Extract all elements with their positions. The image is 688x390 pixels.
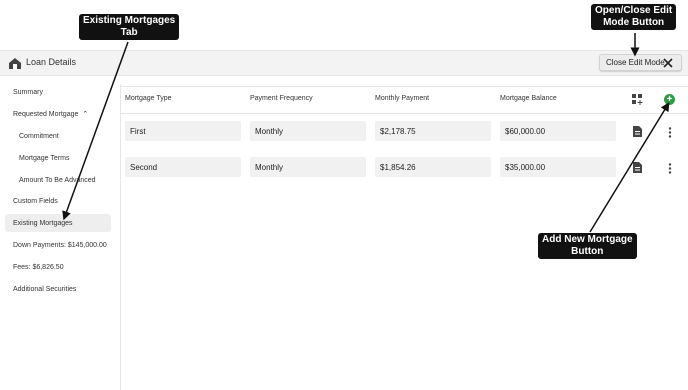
sidebar-divider (120, 84, 121, 390)
sidebar-item-label: Existing Mortgages (13, 219, 73, 227)
column-header-mortgage-balance: Mortgage Balance (500, 95, 557, 102)
mortgage-balance-field[interactable]: $35,000.00 (500, 157, 616, 177)
callout-line: Button (571, 246, 604, 257)
chevron-up-icon: ⌃ (82, 111, 89, 118)
callout-add-new-mortgage-button: Add New Mortgage Button (538, 233, 637, 259)
column-header-monthly-payment: Monthly Payment (375, 95, 430, 102)
sidebar-item-label: Down Payments: $145,000.00 (13, 241, 107, 249)
sidebar-item-label: Summary (13, 88, 43, 96)
sidebar-item-summary[interactable]: Summary (5, 83, 111, 101)
sidebar-item-additional-securities[interactable]: Additional Securities (5, 280, 111, 298)
sidebar-item-label: Requested Mortgage (13, 110, 79, 118)
sidebar-item-label: Amount To Be Advanced (19, 176, 96, 184)
sidebar-item-label: Mortgage Terms (19, 154, 70, 162)
kebab-menu-icon[interactable] (668, 127, 672, 138)
header-bar: Loan Details (0, 50, 688, 76)
sidebar-item-commitment[interactable]: Commitment (5, 127, 111, 145)
document-icon[interactable] (633, 162, 642, 173)
callout-line: Tab (120, 27, 138, 38)
mortgage-type-field[interactable]: First (125, 121, 241, 141)
callout-line: Mode Button (603, 17, 665, 28)
column-header-mortgage-type: Mortgage Type (125, 95, 172, 102)
sidebar-item-label: Additional Securities (13, 285, 77, 293)
payment-frequency-field[interactable]: Monthly (250, 157, 366, 177)
sidebar-item-mortgage-terms[interactable]: Mortgage Terms (5, 149, 111, 167)
callout-edit-mode-button: Open/Close Edit Mode Button (591, 4, 677, 30)
payment-frequency-field[interactable]: Monthly (250, 121, 366, 141)
tools-icon (663, 58, 673, 68)
grid-add-icon[interactable] (632, 94, 643, 105)
sidebar-item-existing-mortgages[interactable]: Existing Mortgages (5, 214, 111, 232)
monthly-payment-field[interactable]: $1,854.26 (375, 157, 491, 177)
close-edit-mode-label: Close Edit Mode (606, 58, 665, 67)
kebab-menu-icon[interactable] (668, 163, 672, 174)
column-header-payment-frequency: Payment Frequency (250, 95, 313, 102)
close-edit-mode-button[interactable]: Close Edit Mode (599, 54, 682, 71)
callout-line: Open/Close Edit (595, 5, 673, 16)
page-title: Loan Details (26, 57, 77, 67)
sidebar-item-amount-to-be-advanced[interactable]: Amount To Be Advanced (5, 171, 111, 189)
app-window: Loan Details Close Edit Mode Summary Req… (0, 0, 688, 390)
callout-existing-mortgages-tab: Existing Mortgages Tab (79, 14, 180, 40)
sidebar-item-label: Commitment (19, 132, 59, 140)
sidebar-item-custom-fields[interactable]: Custom Fields (5, 192, 111, 210)
mortgage-balance-field[interactable]: $60,000.00 (500, 121, 616, 141)
plus-icon: + (666, 94, 673, 105)
callout-line: Existing Mortgages (83, 15, 176, 26)
sidebar-item-requested-mortgage[interactable]: Requested Mortgage ⌃ (5, 105, 111, 123)
sidebar-item-fees[interactable]: Fees: $6,826.50 (5, 258, 111, 276)
callout-line: Add New Mortgage (542, 234, 633, 245)
house-dollar-icon (9, 58, 21, 69)
document-icon[interactable] (633, 126, 642, 137)
sidebar-item-label: Custom Fields (13, 197, 58, 205)
sidebar-item-down-payments[interactable]: Down Payments: $145,000.00 (5, 236, 111, 254)
add-new-mortgage-button[interactable]: + (664, 94, 675, 105)
mortgage-type-field[interactable]: Second (125, 157, 241, 177)
sidebar-item-label: Fees: $6,826.50 (13, 263, 64, 271)
monthly-payment-field[interactable]: $2,178.75 (375, 121, 491, 141)
